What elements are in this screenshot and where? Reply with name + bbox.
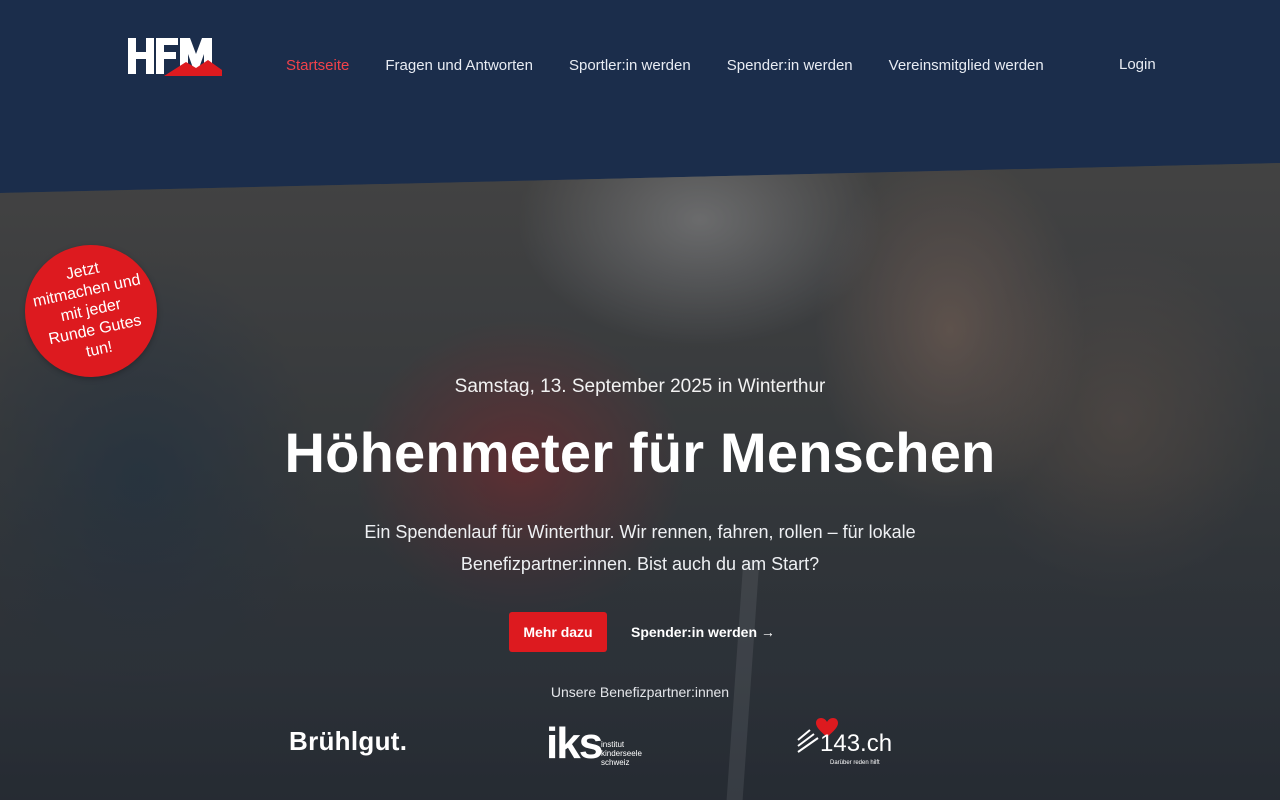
main-nav: Startseite Fragen und Antworten Sportler…	[286, 54, 1080, 76]
promo-badge-text: Jetzt mitmachen und mit jeder Runde Gute…	[31, 259, 143, 361]
hero-title: Höhenmeter für Menschen	[284, 421, 996, 484]
hero-lead: Ein Spendenlauf für Winterthur. Wir renn…	[364, 522, 916, 574]
partner-logo-143[interactable]: 143.ch Darüber reden hilft	[796, 718, 896, 772]
143-tagline: Darüber reden hilft	[830, 760, 880, 766]
partners-title: Unsere Benefizpartner:innen	[550, 684, 730, 700]
spender-werden-link[interactable]: Spender:in werden →	[631, 612, 775, 652]
mehr-dazu-button[interactable]: Mehr dazu	[509, 612, 607, 652]
site-header: Startseite Fragen und Antworten Sportler…	[0, 0, 1280, 130]
login-link[interactable]: Login	[1119, 54, 1156, 76]
nav-startseite[interactable]: Startseite	[286, 57, 349, 74]
143-name: 143.ch	[820, 730, 893, 757]
partner-logo-iks[interactable]: iks institut kinderseele schweiz	[546, 720, 656, 770]
partner-logo-bruehlgut[interactable]: Brühlgut.	[289, 726, 407, 757]
nav-fragen-und-antworten[interactable]: Fragen und Antworten	[385, 57, 533, 74]
iks-mark: iks	[546, 719, 603, 768]
nav-spender-werden[interactable]: Spender:in werden	[727, 57, 853, 74]
nav-vereinsmitglied-werden[interactable]: Vereinsmitglied werden	[889, 57, 1044, 74]
event-date: Samstag, 13. September 2025 in Winterthu…	[454, 376, 826, 397]
iks-subtitle: institut kinderseele schweiz	[601, 740, 642, 767]
road-line	[726, 560, 760, 800]
hfm-logo[interactable]	[128, 36, 222, 76]
nav-sportler-werden[interactable]: Sportler:in werden	[569, 57, 691, 74]
